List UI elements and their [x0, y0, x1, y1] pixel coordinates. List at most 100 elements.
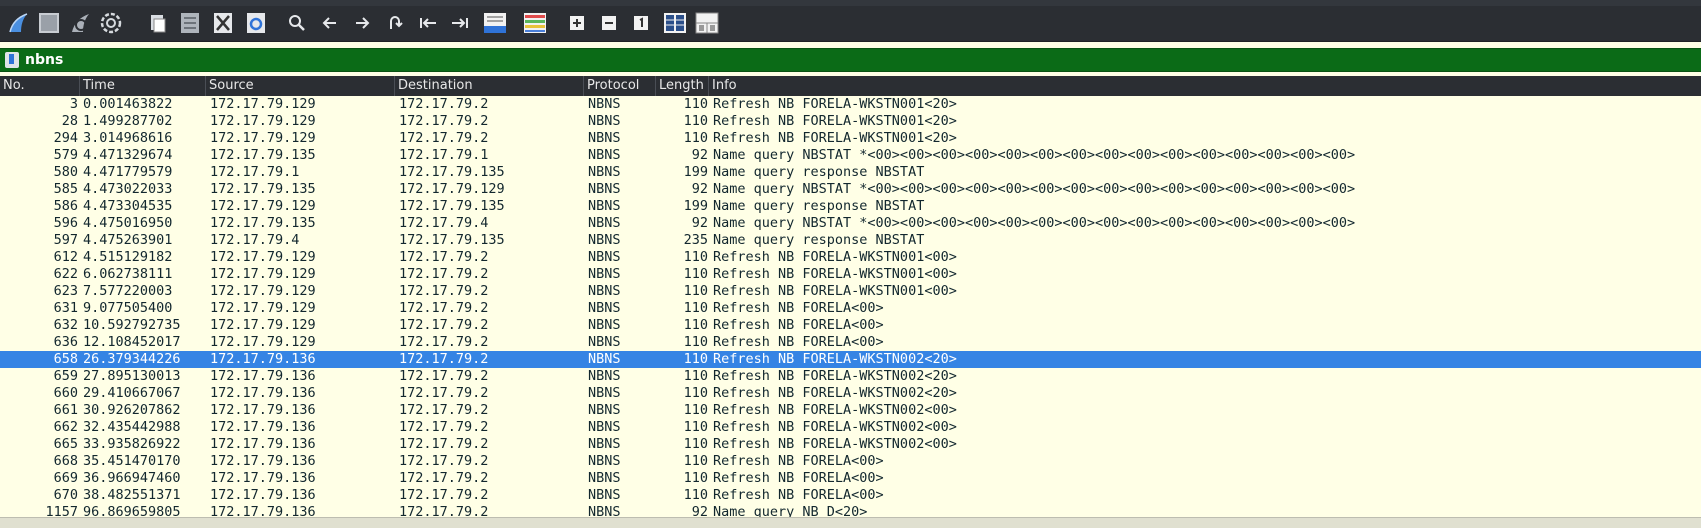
capture-options-gear-icon[interactable] [98, 10, 124, 36]
packet-row[interactable]: 669 36.966947460 172.17.79.136 172.17.79.2 N… [0, 470, 1701, 487]
packet-length: 110 [683, 334, 708, 350]
packet-row[interactable]: 631 9.077505400 172.17.79.129 172.17.79.2 NB… [0, 300, 1701, 317]
filter-bookmark-icon[interactable] [5, 52, 19, 68]
packet-time: 38.482551371 [83, 487, 181, 503]
packet-length: 110 [683, 96, 708, 112]
packet-time: 27.895130013 [83, 368, 181, 384]
go-back-icon[interactable] [317, 10, 343, 36]
packet-row-selected[interactable]: 658 26.379344226 172.17.79.136 172.17.79.2 N… [0, 351, 1701, 368]
packet-length: 110 [683, 130, 708, 146]
find-packet-icon[interactable] [284, 10, 310, 36]
packet-info: Name query NB D<20> [713, 504, 868, 517]
packet-row[interactable]: 670 38.482551371 172.17.79.136 172.17.79.2 N… [0, 487, 1701, 504]
packet-row[interactable]: 623 7.577220003 172.17.79.129 172.17.79.2 NB… [0, 283, 1701, 300]
packet-row[interactable]: 662 32.435442988 172.17.79.136 172.17.79.2 N… [0, 419, 1701, 436]
column-header-destination[interactable]: Destination [395, 76, 584, 96]
packet-row[interactable]: 586 4.473304535 172.17.79.129 172.17.79.135… [0, 198, 1701, 215]
packet-source: 172.17.79.135 [210, 215, 316, 231]
packet-row[interactable]: 661 30.926207862 172.17.79.136 172.17.79.2 N… [0, 402, 1701, 419]
colorize-icon[interactable] [522, 10, 548, 36]
packet-source: 172.17.79.129 [210, 113, 316, 129]
packet-source: 172.17.79.129 [210, 266, 316, 282]
save-file-icon[interactable] [177, 10, 203, 36]
column-header-time[interactable]: Time [80, 76, 206, 96]
display-filter-bar: nbns [0, 48, 1701, 72]
go-forward-icon[interactable] [349, 10, 375, 36]
packet-row[interactable]: 3 0.001463822 172.17.79.129 172.17.79.2 NBNS… [0, 96, 1701, 113]
column-header-protocol[interactable]: Protocol [584, 76, 656, 96]
packet-no: 622 [53, 266, 78, 282]
packet-length: 110 [683, 419, 708, 435]
packet-destination: 172.17.79.2 [399, 96, 489, 112]
packet-destination: 172.17.79.1 [399, 147, 489, 163]
column-header-info[interactable]: Info [709, 76, 1701, 96]
packet-time: 4.473022033 [83, 181, 173, 197]
packet-info: Name query NBSTAT *<00><00><00><00><00><… [713, 181, 1356, 197]
stop-capture-icon[interactable] [36, 10, 62, 36]
packet-protocol: NBNS [588, 249, 621, 265]
packet-row[interactable]: 597 4.475263901 172.17.79.4 172.17.79.135 NB… [0, 232, 1701, 249]
packet-destination: 172.17.79.2 [399, 130, 489, 146]
packet-row[interactable]: 1157 96.869659805 172.17.79.136 172.17.79.2… [0, 504, 1701, 517]
packet-destination: 172.17.79.2 [399, 368, 489, 384]
packet-destination: 172.17.79.2 [399, 283, 489, 299]
zoom-out-icon[interactable] [596, 10, 622, 36]
packet-row[interactable]: 636 12.108452017 172.17.79.129 172.17.79.2 N… [0, 334, 1701, 351]
column-header-length[interactable]: Length [656, 76, 709, 96]
packet-length: 110 [683, 283, 708, 299]
packet-row[interactable]: 579 4.471329674 172.17.79.135 172.17.79.1 NB… [0, 147, 1701, 164]
packet-length: 110 [683, 113, 708, 129]
packet-length: 92 [691, 181, 708, 197]
packet-length: 92 [691, 147, 708, 163]
column-header-no[interactable]: No. [0, 76, 80, 96]
first-packet-icon[interactable] [415, 10, 441, 36]
packet-row[interactable]: 585 4.473022033 172.17.79.135 172.17.79.129… [0, 181, 1701, 198]
close-file-icon[interactable] [210, 10, 236, 36]
packet-row[interactable]: 580 4.471779579 172.17.79.1 172.17.79.135 NB… [0, 164, 1701, 181]
packet-protocol: NBNS [588, 317, 621, 333]
packet-info: Refresh NB FORELA<00> [713, 470, 884, 486]
packet-row[interactable]: 294 3.014968616 172.17.79.129 172.17.79.2 NB… [0, 130, 1701, 147]
packet-row[interactable]: 660 29.410667067 172.17.79.136 172.17.79.2 N… [0, 385, 1701, 402]
display-filter-input[interactable]: nbns [25, 51, 63, 69]
packet-info: Name query response NBSTAT [713, 232, 925, 248]
packet-source: 172.17.79.136 [210, 487, 316, 503]
resize-columns-icon[interactable] [662, 10, 688, 36]
packet-protocol: NBNS [588, 96, 621, 112]
packet-row[interactable]: 668 35.451470170 172.17.79.136 172.17.79.2 N… [0, 453, 1701, 470]
packet-protocol: NBNS [588, 232, 621, 248]
packet-source: 172.17.79.1 [210, 164, 300, 180]
packet-protocol: NBNS [588, 368, 621, 384]
packet-length: 110 [683, 487, 708, 503]
zoom-in-icon[interactable] [564, 10, 590, 36]
restart-capture-icon[interactable] [68, 10, 94, 36]
reload-file-icon[interactable] [243, 10, 269, 36]
packet-row[interactable]: 622 6.062738111 172.17.79.129 172.17.79.2 NB… [0, 266, 1701, 283]
packet-no: 668 [53, 453, 78, 469]
column-header-source[interactable]: Source [206, 76, 395, 96]
packet-length: 110 [683, 351, 708, 367]
packet-destination: 172.17.79.2 [399, 385, 489, 401]
packet-source: 172.17.79.129 [210, 130, 316, 146]
packet-row[interactable]: 659 27.895130013 172.17.79.136 172.17.79.2 N… [0, 368, 1701, 385]
shark-fin-start-icon[interactable] [6, 10, 32, 36]
go-to-packet-icon[interactable] [382, 10, 408, 36]
packet-no: 632 [53, 317, 78, 333]
packet-time: 4.475016950 [83, 215, 173, 231]
packet-destination: 172.17.79.135 [399, 232, 505, 248]
packet-row[interactable]: 665 33.935826922 172.17.79.136 172.17.79.2 N… [0, 436, 1701, 453]
packet-protocol: NBNS [588, 436, 621, 452]
packet-row[interactable]: 612 4.515129182 172.17.79.129 172.17.79.2 NB… [0, 249, 1701, 266]
auto-scroll-icon[interactable] [482, 10, 508, 36]
open-file-icon[interactable] [145, 10, 171, 36]
packet-source: 172.17.79.129 [210, 317, 316, 333]
horizontal-scrollbar[interactable] [0, 517, 1701, 528]
layout-panes-icon[interactable] [694, 10, 720, 36]
packet-no: 661 [53, 402, 78, 418]
packet-row[interactable]: 28 1.499287702 172.17.79.129 172.17.79.2 NBN… [0, 113, 1701, 130]
packet-row[interactable]: 632 10.592792735 172.17.79.129 172.17.79.2 N… [0, 317, 1701, 334]
last-packet-icon[interactable] [447, 10, 473, 36]
normal-size-icon[interactable] [628, 10, 654, 36]
packet-info: Refresh NB FORELA-WKSTN001<00> [713, 249, 957, 265]
packet-row[interactable]: 596 4.475016950 172.17.79.135 172.17.79.4 NB… [0, 215, 1701, 232]
